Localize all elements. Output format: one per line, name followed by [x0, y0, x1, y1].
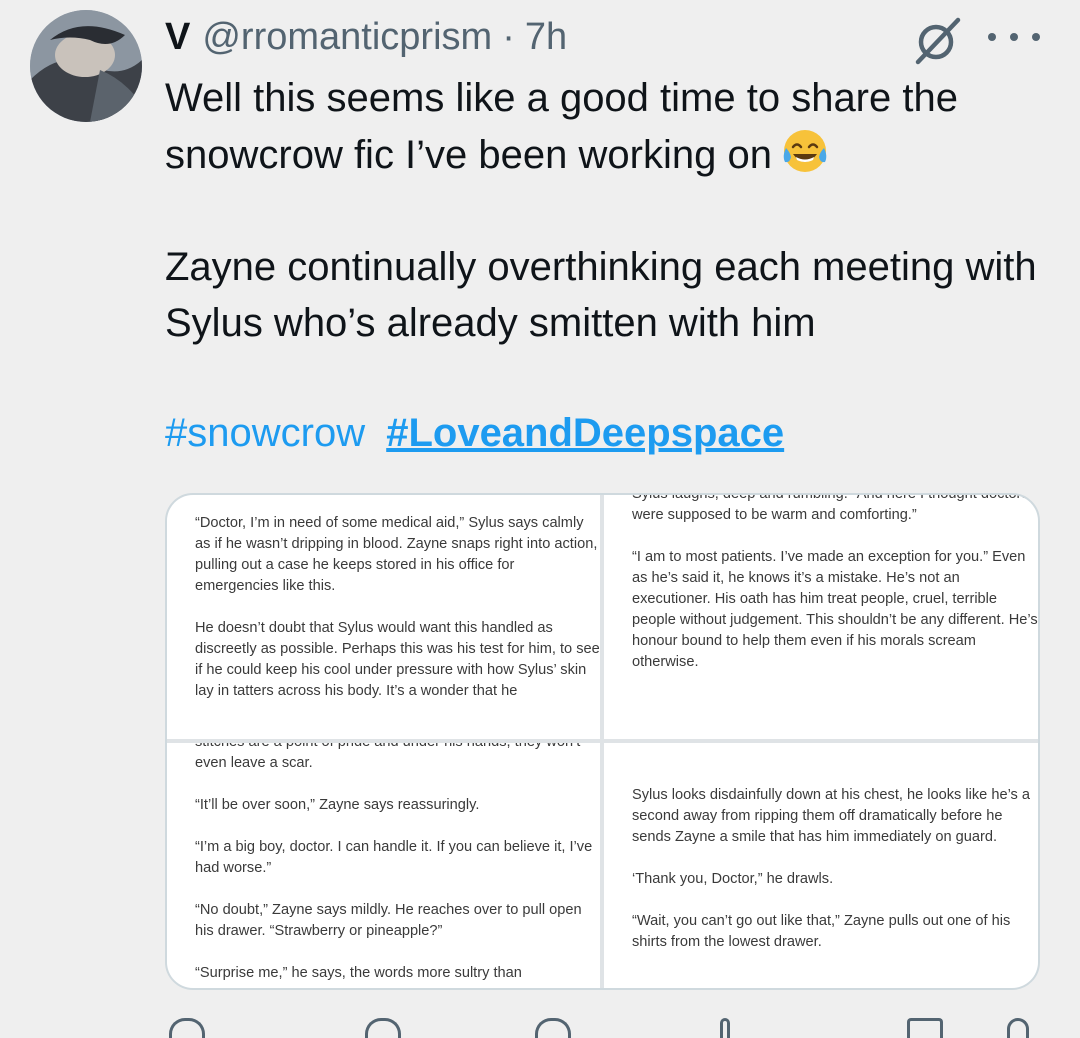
avatar-photo [30, 10, 142, 122]
excerpt-paragraph: “I am to most patients. I’ve made an exc… [632, 549, 1038, 670]
action-bar [165, 1018, 1035, 1038]
tweet-paragraph-text: Well this seems like a good time to shar… [165, 76, 958, 177]
user-handle[interactable]: @rromanticprism [202, 16, 492, 59]
hashtag-link[interactable]: #LoveandDeepspace [386, 411, 784, 455]
hashtag-line: #snowcrow #LoveandDeepspace [165, 408, 784, 458]
media-image-grid[interactable]: “Doctor, I’m in need of some medical aid… [165, 493, 1040, 990]
tweet-header: V @rromanticprism · 7h [165, 12, 567, 62]
excerpt-paragraph: ‘Thank you, Doctor,” he drawls. [632, 871, 834, 887]
excerpt-paragraph: “Wait, you can’t go out like that,” Zayn… [632, 913, 1011, 950]
grok-icon[interactable] [912, 14, 964, 66]
more-dot-icon [988, 33, 996, 41]
excerpt-paragraph: “Surprise me,” he says, the words more s… [195, 965, 522, 981]
excerpt-paragraph: stitches are a point of pride and under … [195, 743, 580, 771]
fic-excerpt-image[interactable]: stitches are a point of pride and under … [167, 743, 600, 988]
hashtag-link[interactable]: #snowcrow [165, 411, 365, 455]
tweet-paragraph: Well this seems like a good time to shar… [165, 70, 1045, 183]
display-name[interactable]: V [165, 16, 190, 59]
repost-icon[interactable] [365, 1018, 401, 1038]
reply-icon[interactable] [169, 1018, 205, 1038]
excerpt-paragraph: He doesn’t doubt that Sylus would want t… [195, 620, 600, 699]
fic-excerpt-image[interactable]: Sylus laughs, deep and rumbling. “And he… [604, 495, 1038, 739]
views-icon[interactable] [720, 1018, 730, 1038]
fic-excerpt-image[interactable]: “Doctor, I’m in need of some medical aid… [167, 495, 600, 739]
excerpt-paragraph: “Doctor, I’m in need of some medical aid… [195, 515, 598, 594]
share-icon[interactable] [1007, 1018, 1029, 1038]
more-dot-icon [1032, 33, 1040, 41]
timestamp[interactable]: 7h [525, 16, 567, 59]
more-dot-icon [1010, 33, 1018, 41]
like-icon[interactable] [535, 1018, 571, 1038]
excerpt-paragraph: “It’ll be over soon,” Zayne says reassur… [195, 797, 480, 813]
tweet-text: Well this seems like a good time to shar… [165, 70, 1045, 351]
face-with-tears-of-joy-icon [783, 130, 827, 172]
fic-excerpt-image[interactable]: Sylus looks disdainfully down at his che… [604, 743, 1038, 988]
tweet-paragraph: Zayne continually overthinking each meet… [165, 245, 1037, 345]
excerpt-paragraph: “No doubt,” Zayne says mildly. He reache… [195, 902, 582, 939]
more-options-icon[interactable] [988, 22, 1040, 52]
separator-dot: · [502, 15, 515, 58]
avatar[interactable] [30, 10, 142, 122]
excerpt-paragraph: Sylus looks disdainfully down at his che… [632, 787, 1031, 845]
bookmark-icon[interactable] [907, 1018, 943, 1038]
excerpt-paragraph: “I’m a big boy, doctor. I can handle it.… [195, 839, 593, 876]
excerpt-paragraph: Sylus laughs, deep and rumbling. “And he… [632, 495, 1029, 523]
